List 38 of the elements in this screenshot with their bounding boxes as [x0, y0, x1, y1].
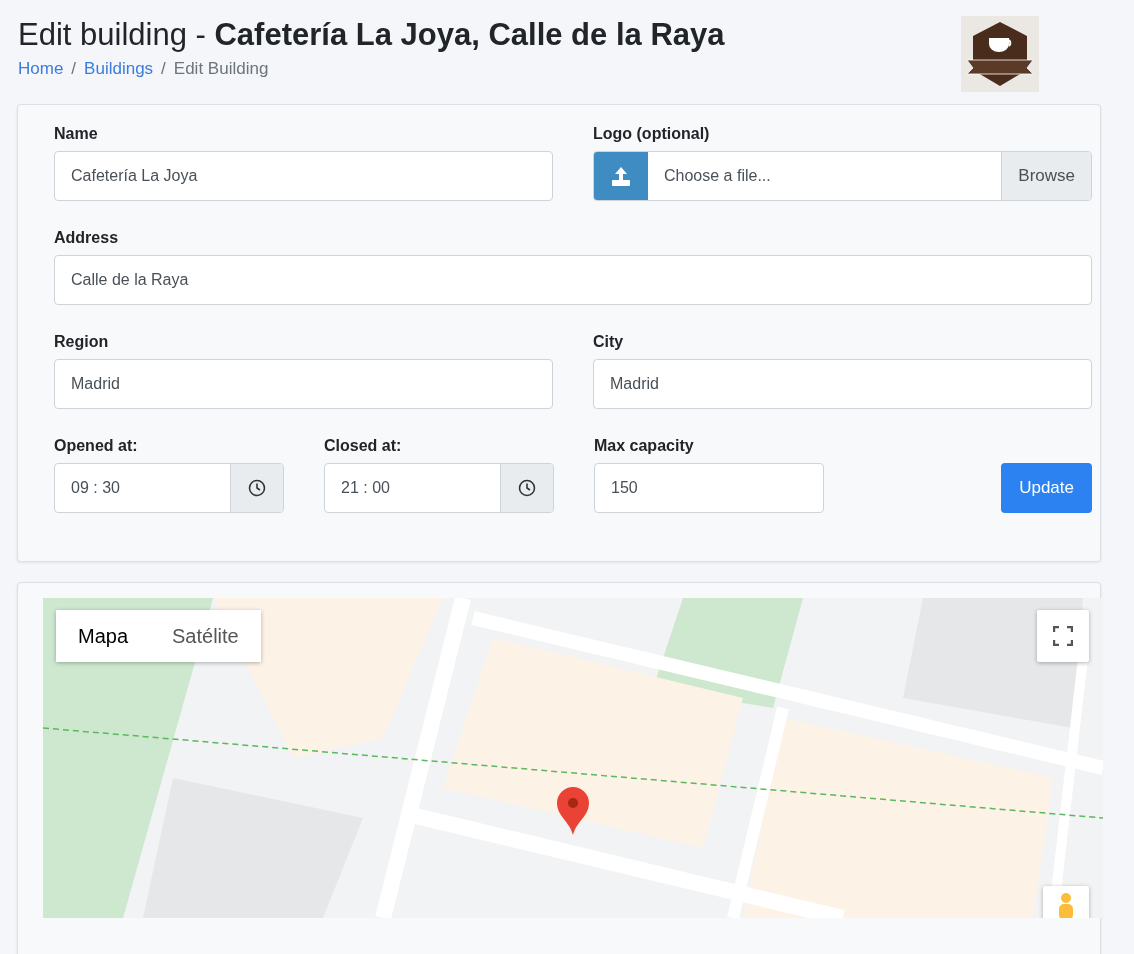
file-input[interactable]: Choose a file... — [648, 152, 1002, 200]
upload-icon — [610, 165, 632, 187]
upload-button[interactable] — [594, 152, 648, 200]
cafe-logo-icon — [961, 16, 1039, 92]
field-label: Region — [54, 333, 110, 351]
browse-button[interactable]: Browse — [1001, 152, 1091, 200]
map-type-tab[interactable]: Satélite — [150, 610, 261, 662]
file-field[interactable]: Choose a file... Browse — [593, 151, 1092, 201]
map-type-tab[interactable]: Mapa — [56, 610, 151, 662]
time-input[interactable]: 21 : 00 — [325, 464, 500, 512]
field-label: Opened at: — [54, 437, 139, 455]
time-field[interactable]: 21 : 00 — [324, 463, 554, 513]
text-field[interactable]: Cafetería La Joya — [54, 151, 553, 201]
text-field[interactable]: 150 — [594, 463, 824, 513]
field-label: Closed at: — [324, 437, 403, 455]
page-title: Edit building - Cafetería La Joya, Calle de la Raya — [18, 16, 725, 54]
breadcrumb-separator: / — [71, 59, 77, 80]
text-field[interactable]: Madrid — [593, 359, 1092, 409]
map-pin-icon — [556, 786, 590, 836]
update-button[interactable]: Update — [1001, 463, 1092, 513]
text-field[interactable]: Calle de la Raya — [54, 255, 1092, 305]
field-label: City — [593, 333, 625, 351]
breadcrumb-current: Edit Building — [173, 59, 269, 80]
fullscreen-icon — [1053, 626, 1073, 646]
text-field[interactable]: Madrid — [54, 359, 553, 409]
person-icon — [1056, 892, 1076, 918]
time-input[interactable]: 09 : 30 — [55, 464, 230, 512]
clock-icon — [248, 479, 266, 497]
fullscreen-button[interactable] — [1037, 610, 1089, 662]
breadcrumb-link[interactable]: Home — [18, 59, 64, 80]
field-label: Address — [54, 229, 120, 247]
field-label: Name — [54, 125, 99, 143]
clock-icon — [518, 479, 536, 497]
field-label: Logo (optional) — [593, 125, 711, 143]
breadcrumb-separator: / — [161, 59, 166, 80]
time-field[interactable]: 09 : 30 — [54, 463, 284, 513]
field-label: Max capacity — [594, 437, 695, 455]
breadcrumb-link[interactable]: Buildings — [84, 59, 154, 80]
